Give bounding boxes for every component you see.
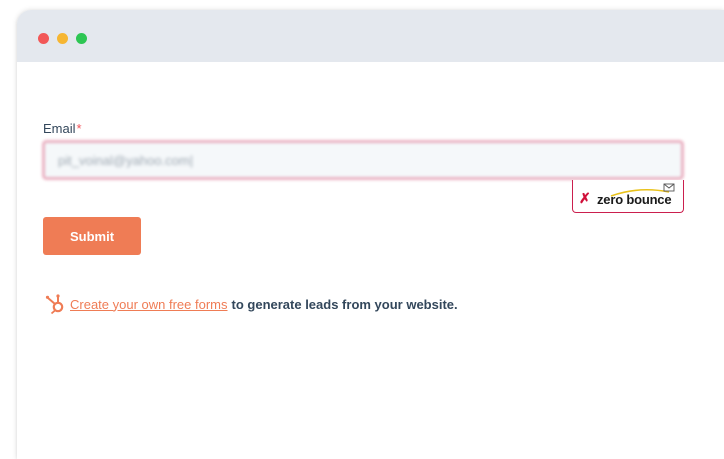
hubspot-sprocket-icon [45,294,64,315]
email-label: Email* [43,121,82,136]
window-titlebar [17,10,724,62]
zerobounce-brand-text: zero bounce [597,192,672,207]
create-forms-link[interactable]: Create your own free forms [70,297,228,312]
email-label-text: Email [43,121,76,136]
browser-window: Email* ✗ zero bounce Submit Create your … [17,10,724,459]
close-window-button[interactable] [38,33,49,44]
maximize-window-button[interactable] [76,33,87,44]
promo-text: to generate leads from your website. [231,296,458,312]
required-marker: * [76,121,82,136]
invalid-status-icon: ✗ [579,190,591,206]
minimize-window-button[interactable] [57,33,68,44]
zerobounce-badge: ✗ zero bounce [572,180,684,213]
submit-button[interactable]: Submit [43,217,141,255]
promo-line: Create your own free forms to generate l… [45,293,458,315]
email-input[interactable] [43,141,683,179]
